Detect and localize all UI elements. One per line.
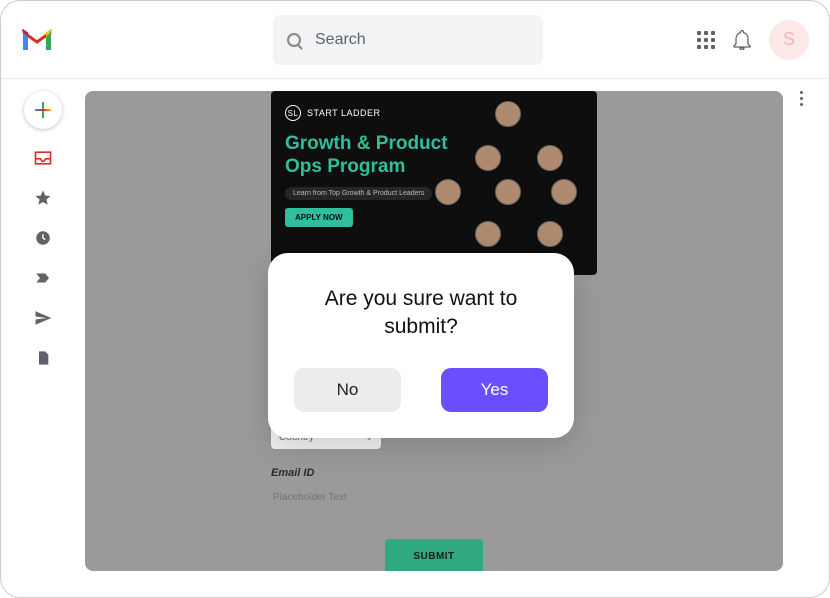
plus-icon: [35, 102, 51, 118]
sidebar: [1, 79, 85, 598]
compose-button[interactable]: [24, 91, 62, 129]
banner-subtitle: Learn from Top Growth & Product Leaders: [285, 187, 432, 200]
apps-icon[interactable]: [697, 31, 715, 49]
avatar[interactable]: S: [769, 20, 809, 60]
sidebar-item-starred[interactable]: [32, 187, 54, 209]
avatar-initial: S: [783, 29, 795, 50]
sidebar-item-important[interactable]: [32, 267, 54, 289]
confirm-modal: Are you sure want to submit? No Yes: [268, 253, 574, 438]
brand-name: START LADDER: [307, 108, 381, 118]
sidebar-item-drafts[interactable]: [32, 347, 54, 369]
promo-banner: SL START LADDER Growth & Product Ops Pro…: [271, 91, 597, 275]
submit-button[interactable]: SUBMIT: [385, 539, 483, 571]
apply-now-button[interactable]: APPLY NOW: [285, 208, 353, 227]
header: Search S: [1, 1, 829, 79]
people-graphic: [427, 101, 587, 265]
modal-yes-button[interactable]: Yes: [441, 368, 548, 412]
search-placeholder: Search: [315, 31, 366, 49]
email-field[interactable]: [271, 485, 597, 509]
search-icon: [287, 33, 301, 47]
brand-logo-icon: SL: [285, 105, 301, 121]
more-menu-icon[interactable]: [800, 91, 803, 106]
gmail-logo[interactable]: [21, 28, 53, 52]
search-input[interactable]: Search: [273, 15, 543, 65]
sidebar-item-inbox[interactable]: [32, 147, 54, 169]
modal-title: Are you sure want to submit?: [294, 285, 548, 342]
sidebar-item-sent[interactable]: [32, 307, 54, 329]
bell-icon[interactable]: [733, 30, 751, 50]
sidebar-item-snoozed[interactable]: [32, 227, 54, 249]
email-label: Email ID: [271, 467, 597, 479]
header-right: S: [697, 20, 809, 60]
modal-no-button[interactable]: No: [294, 368, 401, 412]
